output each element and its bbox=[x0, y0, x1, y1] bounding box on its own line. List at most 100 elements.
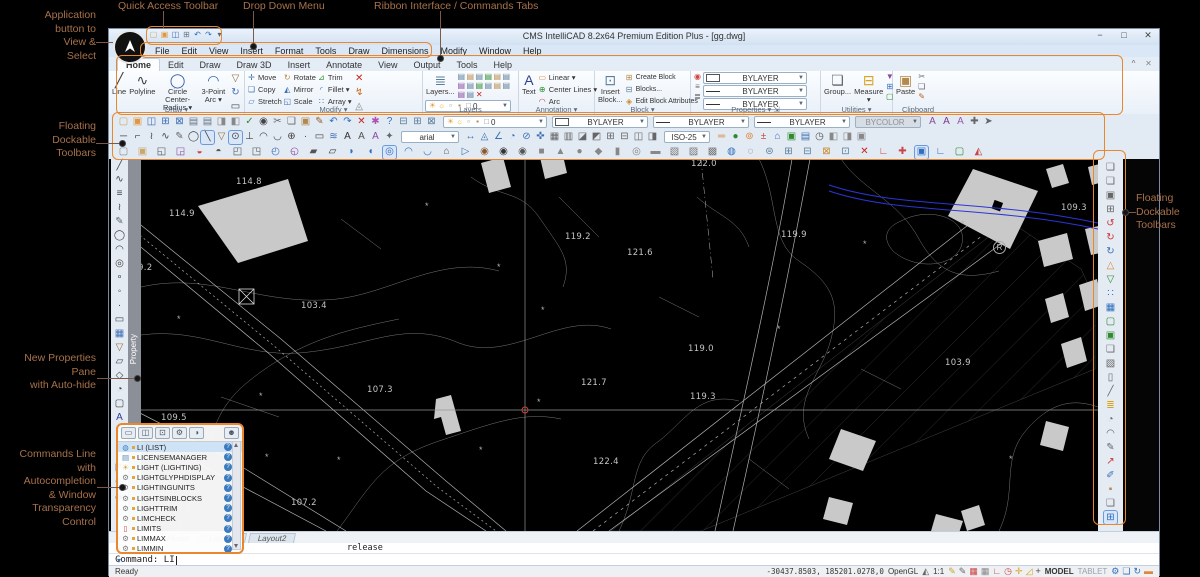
save-all-icon[interactable]: ⊞ bbox=[159, 116, 172, 129]
linetype-icon[interactable]: ≡ bbox=[693, 82, 702, 91]
dim-text-edit-icon[interactable]: ◨ bbox=[646, 131, 659, 144]
dim-center-icon[interactable]: ✜ bbox=[534, 131, 547, 144]
command-suggestion[interactable]: ⚙ LIGHTSINBLOCKS bbox=[118, 493, 242, 503]
notification-icon[interactable]: ▬ bbox=[1144, 567, 1153, 576]
tolerance-icon[interactable]: ± bbox=[757, 131, 770, 144]
stretch-icon[interactable]: ▣ bbox=[1104, 329, 1117, 342]
tool-icon[interactable]: ◒ bbox=[193, 146, 206, 159]
layer-tool-icon[interactable]: ▤ bbox=[466, 72, 475, 81]
panel-caption[interactable]: Draw ▾ bbox=[109, 105, 244, 114]
ribbon-tab[interactable]: Tools bbox=[449, 59, 486, 71]
zoom-in-icon[interactable]: ◗ bbox=[345, 146, 358, 159]
text-button[interactable]: AText bbox=[521, 72, 537, 97]
panel-caption[interactable]: Clipboard bbox=[893, 105, 943, 114]
donut-2-icon[interactable]: ◇ bbox=[113, 369, 126, 382]
layer-tool-icon[interactable]: ▤ bbox=[466, 90, 475, 99]
layer-tool-icon[interactable]: ▤ bbox=[484, 81, 493, 90]
clean-screen-icon[interactable]: ❏ bbox=[1122, 567, 1130, 576]
layers-button[interactable]: ≣Layers... bbox=[425, 72, 456, 97]
visual-style-icon[interactable]: ◉ bbox=[478, 146, 491, 159]
layer-tool-icon[interactable]: ⊞ bbox=[782, 146, 795, 159]
grid-tool-icon[interactable]: ⊞ bbox=[1104, 511, 1117, 524]
tool-icon[interactable]: ➤ bbox=[982, 116, 995, 129]
help-icon[interactable] bbox=[224, 463, 232, 471]
array-rect-icon[interactable]: ∷ bbox=[1104, 287, 1117, 300]
transparency-icon[interactable]: ⊡ bbox=[155, 427, 170, 439]
modify-button[interactable]: ↻Rotate bbox=[283, 72, 316, 83]
line-button[interactable]: ╱Line bbox=[111, 72, 127, 97]
menu-item[interactable]: Edit bbox=[176, 46, 204, 56]
solid-icon[interactable]: ▱ bbox=[113, 355, 126, 368]
title-bar[interactable]: ▢▣◫⊞↶↷▾ CMS IntelliCAD 8.2x64 Premium Ed… bbox=[109, 29, 1159, 46]
command-suggestion[interactable]: ⚙ LIMMIN bbox=[118, 544, 242, 554]
panel-caption[interactable]: Utilities ▾ bbox=[821, 105, 892, 114]
annotation-monitor-icon[interactable]: ✎ bbox=[959, 567, 967, 576]
annotation-button[interactable]: ⊕Center Lines ▾ bbox=[538, 84, 597, 95]
panel-caption[interactable]: Layers bbox=[423, 105, 518, 114]
explode-tool-icon[interactable]: ↗ bbox=[1104, 455, 1117, 468]
linetype-dropdown[interactable]: BYLAYER▼ bbox=[703, 85, 807, 97]
tool-icon[interactable]: ◨ bbox=[841, 131, 854, 144]
menu-item[interactable]: Dimensions bbox=[375, 46, 434, 56]
menu-item[interactable]: Draw bbox=[342, 46, 375, 56]
modify-button[interactable]: ◜Fillet ▾ bbox=[317, 84, 352, 95]
dimstyle-dropdown[interactable]: ISO-25▼ bbox=[664, 131, 710, 143]
float-window-icon[interactable]: ▭ bbox=[121, 427, 136, 439]
hatch-icon[interactable]: ▦ bbox=[113, 327, 126, 340]
polygon-icon[interactable]: ▽ bbox=[229, 72, 242, 85]
layer-tool-icon[interactable]: ▤ bbox=[457, 90, 466, 99]
dim-radius-icon[interactable]: ◔ bbox=[506, 131, 519, 144]
scale-indicator[interactable]: 1:1 bbox=[933, 567, 944, 576]
command-suggestion[interactable]: ▯ LIMITS bbox=[118, 524, 242, 534]
erase-icon[interactable]: ✕ bbox=[353, 72, 366, 85]
text-style-icon[interactable]: A bbox=[926, 116, 939, 129]
modify-button[interactable]: ❏Copy bbox=[247, 84, 282, 95]
tool-icon[interactable]: ◵ bbox=[288, 146, 301, 159]
edit-spline-icon[interactable]: ✐ bbox=[1104, 469, 1117, 482]
text-edit-icon[interactable]: A bbox=[940, 116, 953, 129]
spline-icon[interactable]: ≀ bbox=[113, 201, 126, 214]
circle-icon[interactable]: ◯ bbox=[113, 229, 126, 242]
named-view-icon[interactable]: ▢ bbox=[953, 146, 966, 159]
menu-item[interactable]: Tools bbox=[309, 46, 342, 56]
orbit-icon[interactable]: ◡ bbox=[421, 146, 434, 159]
tool-icon[interactable]: ◴ bbox=[269, 146, 282, 159]
tool-icon[interactable]: ◭ bbox=[972, 146, 985, 159]
match-icon[interactable]: ❏ bbox=[1104, 497, 1117, 510]
mtext-icon[interactable]: A bbox=[355, 131, 368, 144]
model-space-toggle[interactable]: MODEL bbox=[1045, 567, 1074, 576]
rectangle-icon[interactable]: ▭ bbox=[113, 313, 126, 326]
solid-box-icon[interactable]: ■ bbox=[535, 146, 548, 159]
line-icon[interactable]: ╱ bbox=[113, 159, 126, 172]
shade-icon[interactable]: ◉ bbox=[516, 146, 529, 159]
sketch-icon[interactable]: ✎ bbox=[113, 215, 126, 228]
help-icon[interactable]: ? bbox=[383, 116, 396, 129]
layer-tool-icon[interactable]: ▤ bbox=[484, 72, 493, 81]
publish-icon[interactable]: ◨ bbox=[215, 116, 228, 129]
paste-icon[interactable]: ▣ bbox=[299, 116, 312, 129]
break-icon[interactable]: ╱ bbox=[1104, 385, 1117, 398]
dim-style-b-icon[interactable]: ◩ bbox=[590, 131, 603, 144]
ortho-icon[interactable]: ∟ bbox=[992, 567, 1001, 576]
close-icon[interactable]: ✕ bbox=[1141, 30, 1155, 41]
copy-icon[interactable]: ❏ bbox=[1104, 161, 1117, 174]
rectangle-icon[interactable]: ▭ bbox=[313, 131, 326, 144]
scale-icon[interactable]: ▢ bbox=[1104, 315, 1117, 328]
divide-icon[interactable]: ⊕ bbox=[285, 131, 298, 144]
popup-scrollbar[interactable] bbox=[232, 441, 241, 550]
expand-options-icon[interactable]: ▾ bbox=[115, 556, 124, 565]
dock-window-icon[interactable]: ◫ bbox=[138, 427, 153, 439]
layer-tool-icon[interactable]: ▤ bbox=[475, 81, 484, 90]
polyline-button[interactable]: ∿Polyline bbox=[128, 72, 156, 97]
etrack-icon[interactable]: ◿ bbox=[1026, 567, 1033, 576]
group-button[interactable]: ❏Group... bbox=[823, 72, 852, 97]
color-dropdown[interactable]: BYLAYER▼ bbox=[703, 72, 807, 84]
contrast-icon[interactable]: ◑ bbox=[189, 427, 204, 439]
circle-icon[interactable]: ◯ bbox=[187, 131, 200, 144]
boundary-icon[interactable]: ▱ bbox=[326, 146, 339, 159]
layer-tool-icon[interactable]: ▤ bbox=[457, 81, 466, 90]
hatch-icon[interactable]: ≋ bbox=[327, 131, 340, 144]
dim-diameter-icon[interactable]: ⊘ bbox=[520, 131, 533, 144]
arc-3point-icon[interactable]: ◡ bbox=[271, 131, 284, 144]
fillet-icon[interactable]: ◔ bbox=[1104, 413, 1117, 426]
